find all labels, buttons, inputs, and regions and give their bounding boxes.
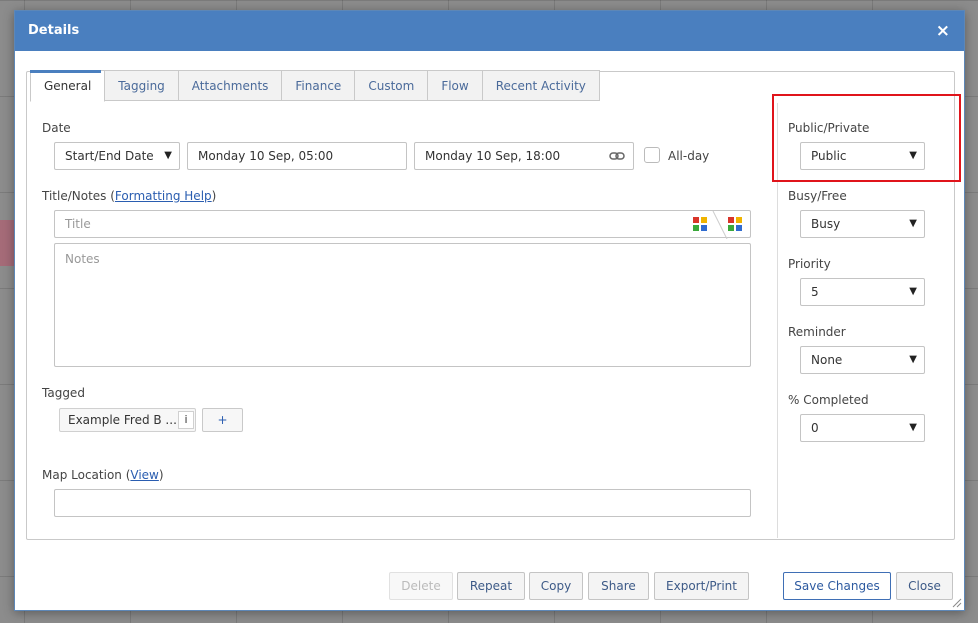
tagged-label: Tagged xyxy=(42,386,85,400)
resize-handle-icon[interactable] xyxy=(952,598,962,608)
tab-bar: General Tagging Attachments Finance Cust… xyxy=(30,70,600,102)
dialog-title: Details xyxy=(28,23,80,38)
reminder-value: None xyxy=(811,353,843,367)
annotation-highlight-box xyxy=(772,94,961,182)
map-view-link[interactable]: View xyxy=(130,468,158,482)
date-label: Date xyxy=(42,121,71,135)
start-date-value: Monday 10 Sep, 05:00 xyxy=(198,149,334,163)
add-tag-button[interactable]: + xyxy=(202,408,243,432)
dialog-titlebar: Details × xyxy=(15,11,964,51)
color-grid-icon[interactable] xyxy=(693,217,707,231)
tab-finance[interactable]: Finance xyxy=(282,70,356,101)
tab-general[interactable]: General xyxy=(30,70,106,102)
title-input[interactable]: Title xyxy=(54,210,751,239)
link-icon[interactable] xyxy=(609,151,625,161)
reminder-select[interactable]: None ▼ xyxy=(800,346,925,374)
save-changes-button[interactable]: Save Changes xyxy=(783,572,891,600)
delete-button[interactable]: Delete xyxy=(389,572,453,600)
tab-tagging[interactable]: Tagging xyxy=(105,70,179,101)
notes-placeholder: Notes xyxy=(65,252,100,266)
chevron-down-icon: ▼ xyxy=(909,218,917,229)
details-dialog: Details × General Tagging Attachments Fi… xyxy=(14,10,965,611)
tab-flow[interactable]: Flow xyxy=(428,70,483,101)
color-grid-icon-alt[interactable] xyxy=(728,217,742,231)
map-location-input[interactable] xyxy=(54,489,751,517)
formatting-help-link[interactable]: Formatting Help xyxy=(115,189,212,203)
map-location-label: Map Location (View) xyxy=(42,468,164,482)
busy-free-label: Busy/Free xyxy=(788,189,847,203)
chevron-down-icon: ▼ xyxy=(909,354,917,365)
tab-custom[interactable]: Custom xyxy=(355,70,429,101)
notes-textarea[interactable]: Notes xyxy=(54,243,751,367)
start-date-input[interactable]: Monday 10 Sep, 05:00 xyxy=(187,142,407,170)
priority-value: 5 xyxy=(811,285,819,299)
tag-chip[interactable]: Example Fred B ... i xyxy=(59,408,196,432)
tag-chip-label: Example Fred B ... xyxy=(68,413,177,427)
busy-free-value: Busy xyxy=(811,217,841,231)
date-mode-value: Start/End Date xyxy=(65,149,154,163)
divider-slash-icon xyxy=(712,211,728,239)
title-notes-label: Title/Notes (Formatting Help) xyxy=(42,189,216,203)
chevron-down-icon: ▼ xyxy=(164,150,172,161)
busy-free-select[interactable]: Busy ▼ xyxy=(800,210,925,238)
repeat-button[interactable]: Repeat xyxy=(457,572,525,600)
map-location-suffix: ) xyxy=(158,468,164,482)
active-tab-indicator xyxy=(30,70,101,73)
title-notes-suffix: ) xyxy=(211,189,217,203)
date-mode-select[interactable]: Start/End Date ▼ xyxy=(54,142,180,170)
tab-attachments[interactable]: Attachments xyxy=(178,70,283,101)
completed-select[interactable]: 0 ▼ xyxy=(800,414,925,442)
tag-info-button[interactable]: i xyxy=(178,411,194,429)
background-calendar-event xyxy=(0,220,14,266)
allday-label: All-day xyxy=(668,149,710,163)
end-date-value: Monday 10 Sep, 18:00 xyxy=(425,149,561,163)
share-button[interactable]: Share xyxy=(588,572,649,600)
title-placeholder: Title xyxy=(65,217,91,231)
title-notes-prefix: Title/Notes ( xyxy=(42,189,115,203)
end-date-input[interactable]: Monday 10 Sep, 18:00 xyxy=(414,142,634,170)
chevron-down-icon: ▼ xyxy=(909,422,917,433)
completed-label: % Completed xyxy=(788,393,869,407)
tab-recent-activity[interactable]: Recent Activity xyxy=(482,70,600,101)
close-icon[interactable]: × xyxy=(936,21,950,41)
allday-checkbox[interactable] xyxy=(644,147,660,163)
close-button[interactable]: Close xyxy=(896,572,953,600)
map-location-prefix: Map Location ( xyxy=(42,468,131,482)
completed-value: 0 xyxy=(811,421,819,435)
chevron-down-icon: ▼ xyxy=(909,286,917,297)
priority-select[interactable]: 5 ▼ xyxy=(800,278,925,306)
export-print-button[interactable]: Export/Print xyxy=(654,572,749,600)
priority-label: Priority xyxy=(788,257,831,271)
copy-button[interactable]: Copy xyxy=(529,572,583,600)
reminder-label: Reminder xyxy=(788,325,846,339)
